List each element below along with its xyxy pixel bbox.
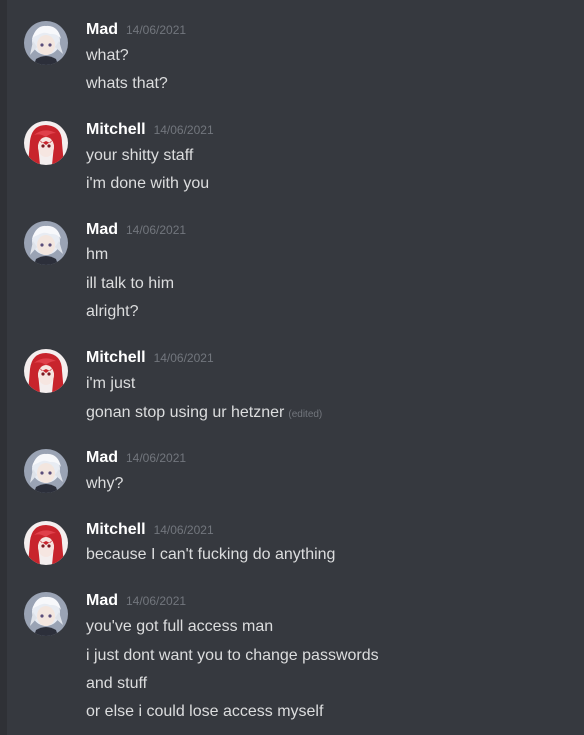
- avatar[interactable]: [24, 592, 68, 636]
- username[interactable]: Mad: [86, 221, 118, 238]
- timestamp: 14/06/2021: [153, 351, 214, 365]
- message-text: why?: [86, 475, 124, 492]
- white-haired-anime-avatar-icon: [24, 449, 68, 493]
- username[interactable]: Mad: [86, 449, 118, 466]
- username[interactable]: Mitchell: [86, 349, 146, 366]
- white-haired-anime-avatar-icon: [24, 592, 68, 636]
- avatar[interactable]: [24, 121, 68, 165]
- avatar[interactable]: [24, 349, 68, 393]
- message-text: because I can't fucking do anything: [86, 546, 336, 563]
- red-haired-anime-avatar-icon: [24, 521, 68, 565]
- message-text: your shitty staff: [86, 147, 194, 164]
- message-text: i'm done with you: [86, 175, 210, 192]
- white-haired-anime-avatar-icon: [24, 21, 68, 65]
- edited-label: (edited): [288, 409, 323, 420]
- message-text: whats that?: [86, 75, 168, 92]
- message-text: gonan stop using ur hetzner (edited): [86, 403, 322, 425]
- message-text: alright?: [86, 303, 139, 320]
- username[interactable]: Mad: [86, 592, 118, 609]
- timestamp: 14/06/2021: [126, 594, 187, 608]
- timestamp: 14/06/2021: [126, 23, 187, 37]
- username[interactable]: Mitchell: [86, 521, 146, 538]
- message-text: i just dont want you to change passwords: [86, 647, 379, 664]
- avatar[interactable]: [24, 221, 68, 265]
- timestamp: 14/06/2021: [126, 451, 187, 465]
- channel-sidebar-edge: [0, 0, 7, 735]
- message-text: ill talk to him: [86, 275, 175, 292]
- username[interactable]: Mad: [86, 21, 118, 38]
- avatar[interactable]: [24, 21, 68, 65]
- timestamp: 14/06/2021: [126, 223, 187, 237]
- chat-message-area: Mad 14/06/2021 what? whats that? Mitchell…: [0, 0, 584, 735]
- message-text: you've got full access man: [86, 618, 274, 635]
- message-text: i'm just: [86, 375, 136, 392]
- timestamp: 14/06/2021: [153, 523, 214, 537]
- red-haired-anime-avatar-icon: [24, 349, 68, 393]
- avatar[interactable]: [24, 521, 68, 565]
- message-text: and stuff: [86, 675, 148, 692]
- white-haired-anime-avatar-icon: [24, 221, 68, 265]
- message-text-content: gonan stop using ur hetzner: [86, 404, 285, 421]
- username[interactable]: Mitchell: [86, 121, 146, 138]
- timestamp: 14/06/2021: [153, 123, 214, 137]
- red-haired-anime-avatar-icon: [24, 121, 68, 165]
- message-text: what?: [86, 47, 129, 64]
- avatar[interactable]: [24, 449, 68, 493]
- message-text: or else i could lose access myself: [86, 703, 324, 720]
- message-text: hm: [86, 246, 109, 263]
